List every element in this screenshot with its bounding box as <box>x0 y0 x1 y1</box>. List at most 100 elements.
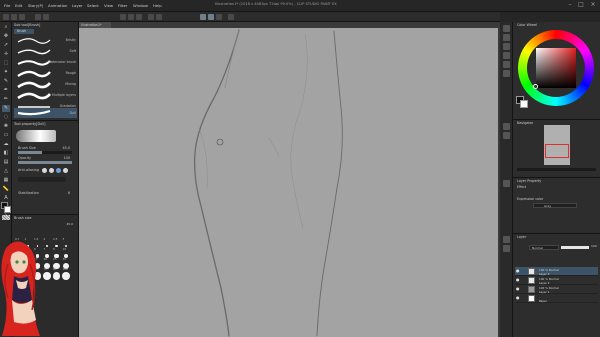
anti-aliasing-medium[interactable] <box>56 168 61 173</box>
sub-color-chip[interactable] <box>520 100 528 108</box>
layer-property-icon[interactable] <box>503 180 510 187</box>
redo-icon[interactable] <box>43 14 49 20</box>
opacity-slider[interactable] <box>18 161 72 164</box>
decoration-tool-icon[interactable]: ❀ <box>2 123 10 130</box>
menu-window[interactable]: Window <box>133 3 148 8</box>
clear-icon[interactable] <box>120 14 126 20</box>
layer-opacity-value[interactable]: 100 <box>591 244 597 248</box>
document-title: Illustration1* (1018 x 4083px 72dpi 99.0… <box>215 2 337 6</box>
opacity-value[interactable]: 100 <box>64 156 70 160</box>
intermediate-color-icon[interactable] <box>503 52 510 59</box>
gradient-tool-icon[interactable]: ▤ <box>2 159 10 166</box>
visibility-eye-icon[interactable]: ● <box>516 269 520 273</box>
minimize-icon[interactable]: – <box>566 2 574 9</box>
navigator-zoom-slider[interactable] <box>517 168 596 171</box>
move-layer-tool-icon[interactable]: ✛ <box>2 51 10 58</box>
undo-icon[interactable] <box>35 14 41 20</box>
layer-row[interactable]: ● 100 % Normal Layer 1 <box>515 285 598 294</box>
sub-tool-tab[interactable]: Sub tool[Brush] <box>14 23 40 28</box>
snap-ruler-icon[interactable] <box>200 14 206 20</box>
brush-tool-icon[interactable]: ✎ <box>2 105 10 112</box>
close-icon[interactable]: × <box>589 2 597 9</box>
layer-property-tab[interactable]: Layer Property <box>517 179 541 183</box>
approximate-color-icon[interactable] <box>503 61 510 68</box>
visibility-eye-icon[interactable]: ● <box>516 278 520 282</box>
transform-icon[interactable] <box>156 14 162 20</box>
navigator-tab[interactable]: Navigator <box>517 121 533 125</box>
fill-icon[interactable] <box>136 14 142 20</box>
new-file-icon[interactable] <box>3 14 9 20</box>
figure-tool-icon[interactable]: △ <box>2 168 10 175</box>
menu-filter[interactable]: Filter <box>118 3 127 8</box>
move-tool-icon[interactable]: ✥ <box>2 33 10 40</box>
layer-opacity-slider[interactable] <box>561 246 589 249</box>
menu-select[interactable]: Select <box>87 3 99 8</box>
selection-tool-icon[interactable]: ⬚ <box>2 60 10 67</box>
brush-size-slider[interactable] <box>18 151 72 154</box>
save-icon[interactable] <box>19 14 25 20</box>
menu-story[interactable]: Story(P) <box>28 3 43 8</box>
menu-help[interactable]: Help <box>153 3 162 8</box>
layer-tab[interactable]: Layer <box>517 235 526 239</box>
brush-item-dull[interactable]: Dull <box>14 108 77 118</box>
blend-tool-icon[interactable]: ☁ <box>2 141 10 148</box>
brush-size-tab[interactable]: Brush size <box>14 216 31 221</box>
zoom-tool-icon[interactable]: ⌕ <box>2 24 10 31</box>
layer-thumbnail <box>528 268 535 275</box>
color-history-icon[interactable] <box>503 70 510 77</box>
visibility-eye-icon[interactable]: ● <box>516 287 520 291</box>
ruler-tool-icon[interactable]: 📏 <box>2 186 10 193</box>
sub-view-icon[interactable] <box>503 132 510 139</box>
snap-special-ruler-icon[interactable] <box>208 14 214 20</box>
clear-outside-icon[interactable] <box>128 14 134 20</box>
layer-row[interactable]: ● Paper <box>515 294 598 303</box>
expression-color-select[interactable]: Gray <box>533 203 577 208</box>
airbrush-tool-icon[interactable]: ◌ <box>2 114 10 121</box>
layer-row[interactable]: ● 100 % Normal Layer 2 <box>515 276 598 285</box>
tool-property-tab[interactable]: Tool property[Dull] <box>14 122 45 127</box>
open-file-icon[interactable] <box>11 14 17 20</box>
layer-row[interactable]: ● 100 % Normal Layer 3 <box>515 267 598 276</box>
expand-selection-icon[interactable] <box>148 14 154 20</box>
pen-tool-icon[interactable]: ✒ <box>2 87 10 94</box>
brush-size-option[interactable] <box>55 244 58 248</box>
blend-mode-select[interactable]: Normal <box>529 245 559 250</box>
color-slider-icon[interactable] <box>503 34 510 41</box>
color-wheel-icon[interactable] <box>503 25 510 32</box>
anti-aliasing-none[interactable] <box>42 168 47 173</box>
eyedropper-tool-icon[interactable]: ✎ <box>2 78 10 85</box>
menu-view[interactable]: View <box>104 3 113 8</box>
eraser-tool-icon[interactable]: ▭ <box>2 132 10 139</box>
settings-icon[interactable] <box>228 14 234 20</box>
frame-tool-icon[interactable]: ▦ <box>2 177 10 184</box>
color-cursor[interactable] <box>533 84 538 89</box>
auto-select-tool-icon[interactable]: ✦ <box>2 69 10 76</box>
menu-file[interactable]: File <box>4 3 10 8</box>
saturation-value-square[interactable] <box>536 48 576 88</box>
pencil-tool-icon[interactable]: ✏ <box>2 96 10 103</box>
menu-animation[interactable]: Animation <box>48 3 67 8</box>
sub-color-swatch[interactable] <box>4 206 11 213</box>
anti-aliasing-strong[interactable] <box>63 168 68 173</box>
stabilization-value[interactable]: 6 <box>68 191 70 195</box>
transparent-color-swatch[interactable] <box>2 215 10 220</box>
brush-size-option[interactable] <box>52 272 61 280</box>
color-set-icon[interactable] <box>503 43 510 50</box>
color-wheel-tab[interactable]: Color Wheel <box>517 23 537 27</box>
operation-tool-icon[interactable]: ➚ <box>2 42 10 49</box>
menu-layer[interactable]: Layer <box>72 3 83 8</box>
menu-edit[interactable]: Edit <box>15 3 22 8</box>
visibility-eye-icon[interactable]: ● <box>516 296 520 300</box>
navigator-icon[interactable] <box>503 123 510 130</box>
search-layer-icon[interactable] <box>503 245 510 252</box>
layer-icon[interactable] <box>503 236 510 243</box>
maximize-icon[interactable]: □ <box>577 2 585 9</box>
sub-tool-group-tab[interactable]: Brush <box>14 29 34 34</box>
anti-aliasing-weak[interactable] <box>49 168 54 173</box>
brush-size-value[interactable]: 45.0 <box>62 146 70 150</box>
snap-grid-icon[interactable] <box>216 14 222 20</box>
fill-tool-icon[interactable]: ◧ <box>2 150 10 157</box>
brush-size-option[interactable] <box>62 272 70 280</box>
drawing-canvas[interactable] <box>79 28 498 337</box>
navigator-viewport-box[interactable] <box>545 144 569 158</box>
